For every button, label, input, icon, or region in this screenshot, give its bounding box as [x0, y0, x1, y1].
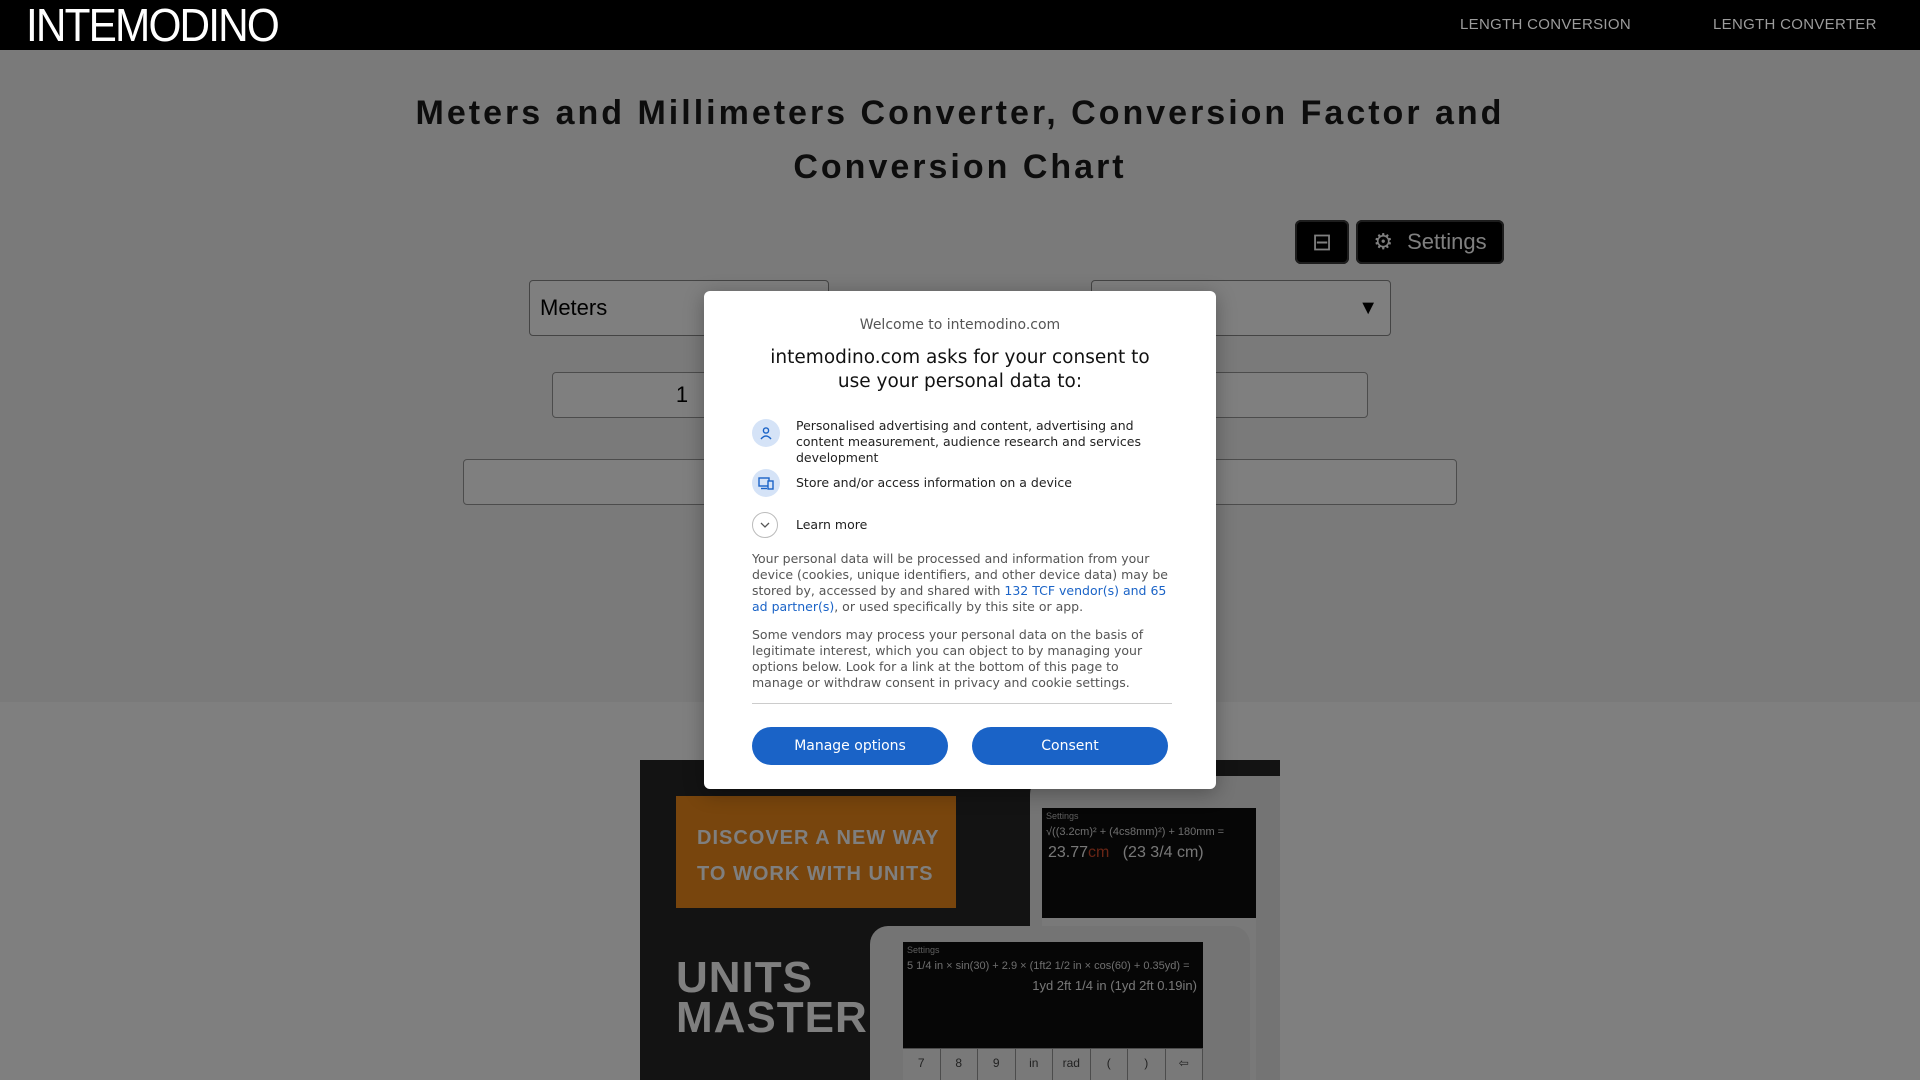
nav-link-length-converter[interactable]: LENGTH CONVERTER: [1713, 16, 1877, 33]
consent-heading: intemodino.com asks for your consent to …: [770, 347, 1150, 392]
site-logo[interactable]: INTEMODINO: [26, 0, 280, 52]
top-navbar: INTEMODINO LENGTH CONVERSION LENGTH CONV…: [0, 0, 1920, 52]
purpose-personalised-ads: Personalised advertising and content, ad…: [752, 418, 1172, 466]
purpose-text-store-access: Store and/or access information on a dev…: [796, 475, 1072, 490]
device-icon: [752, 469, 780, 497]
nav-link-length-conversion[interactable]: LENGTH CONVERSION: [1460, 16, 1631, 33]
consent-welcome: Welcome to intemodino.com: [859, 317, 1061, 333]
purpose-text-personalised-ads: Personalised advertising and content, ad…: [796, 418, 1141, 465]
para1-text-after: , or used specifically by this site or a…: [834, 599, 1084, 614]
purpose-store-access: Store and/or access information on a dev…: [752, 469, 1172, 497]
person-icon: [752, 419, 780, 447]
consent-paragraph-2: Some vendors may process your personal d…: [752, 627, 1144, 690]
manage-options-button[interactable]: Manage options: [752, 727, 948, 765]
consent-button[interactable]: Consent: [972, 727, 1168, 765]
learn-more-row[interactable]: Learn more: [752, 512, 867, 538]
consent-paragraph-1: Your personal data will be processed and…: [752, 551, 1172, 615]
learn-more-label[interactable]: Learn more: [796, 517, 867, 533]
chevron-down-icon[interactable]: [752, 512, 778, 538]
consent-dialog: Welcome to intemodino.com intemodino.com…: [704, 291, 1216, 789]
dialog-divider: [752, 703, 1172, 704]
